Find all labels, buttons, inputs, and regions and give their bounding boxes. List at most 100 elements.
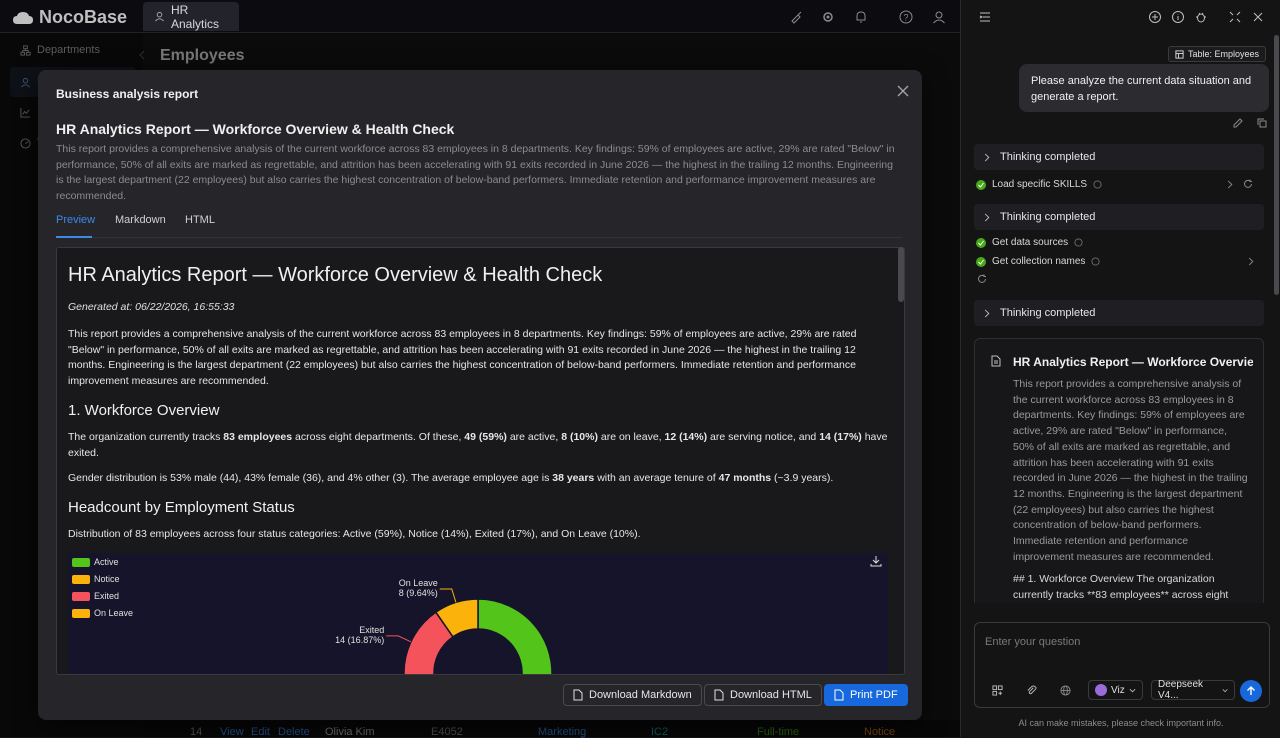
check-circle-icon: [976, 237, 986, 248]
chevron-right-icon: [984, 213, 990, 221]
button-label: Print PDF: [850, 689, 898, 701]
chevron-right-icon: [984, 309, 990, 317]
close-icon[interactable]: [896, 84, 910, 98]
user-icon: [155, 11, 164, 22]
user-message: Please analyze the current data situatio…: [1019, 64, 1269, 112]
question-icon[interactable]: [1091, 257, 1100, 266]
tool-step-load-skills: Load specific SKILLS: [976, 179, 1102, 190]
step-label: Get collection names: [992, 256, 1086, 267]
report-preview: HR Analytics Report — Workforce Overview…: [56, 247, 905, 675]
refresh-icon[interactable]: [1243, 179, 1253, 189]
thinking-block[interactable]: Thinking completed: [974, 144, 1264, 170]
check-circle-icon: [976, 179, 986, 190]
donut-svg: On Leave8 (9.64%) Exited14 (16.87%): [335, 578, 553, 674]
globe-icon[interactable]: [1060, 685, 1071, 696]
report-title: HR Analytics Report — Workforce Overview…: [56, 121, 455, 137]
modal-title: Business analysis report: [56, 87, 199, 101]
overview-paragraph: The organization currently tracks 83 emp…: [68, 431, 888, 459]
menu-icon[interactable]: [978, 10, 992, 24]
question-input[interactable]: Enter your question Viz Deepseek V4...: [974, 622, 1270, 708]
subsection-heading: Headcount by Employment Status: [68, 499, 295, 516]
active-tab-indicator: [56, 236, 92, 238]
bug-icon[interactable]: [1194, 10, 1208, 24]
tool-step-get-collection-names: Get collection names: [976, 256, 1100, 267]
tab-preview[interactable]: Preview: [56, 214, 95, 226]
brand-name: NocoBase: [39, 7, 128, 27]
brand-logo[interactable]: NocoBase: [12, 7, 127, 28]
cloud-logo-icon: [13, 11, 33, 24]
close-icon[interactable]: [1251, 10, 1265, 24]
generated-timestamp: Generated at: 06/22/2026, 16:55:33: [68, 301, 235, 313]
block-select-icon[interactable]: [992, 685, 1003, 696]
report-tabs: Preview Markdown HTML: [56, 211, 902, 238]
agent-select[interactable]: Viz: [1088, 680, 1143, 700]
status-donut-chart: Active Notice Exited On Leave On Leave 8 (9.…: [68, 553, 888, 674]
preview-intro: This report provides a comprehensive ana…: [68, 328, 857, 388]
tab-html[interactable]: HTML: [185, 214, 215, 226]
disclaimer: AI can make mistakes, please check impor…: [1018, 718, 1224, 728]
chevron-right-icon[interactable]: [1248, 257, 1254, 266]
input-placeholder: Enter your question: [985, 636, 1081, 648]
chart-description: Distribution of 83 employees across four…: [68, 528, 641, 540]
chevron-right-icon[interactable]: [1227, 180, 1233, 189]
copy-icon[interactable]: [1257, 118, 1267, 128]
tab-label: HR Analytics: [171, 2, 220, 31]
top-bar: NocoBase HR Analytics ?: [0, 0, 960, 33]
file-icon: [714, 689, 724, 701]
report-card[interactable]: HR Analytics Report — Workforce Overvie.…: [974, 338, 1264, 603]
chevron-right-icon: [984, 153, 990, 161]
tab-hr-analytics[interactable]: HR Analytics: [143, 2, 239, 31]
button-label: Download HTML: [730, 689, 812, 701]
shrink-icon[interactable]: [1228, 10, 1242, 24]
model-label: Deepseek V4...: [1158, 679, 1204, 701]
button-label: Download Markdown: [589, 689, 692, 701]
ai-assistant-panel: Table: Employees Please analyze the curr…: [960, 0, 1280, 737]
paperclip-icon[interactable]: [1026, 685, 1037, 696]
panel-scrollbar[interactable]: [1274, 35, 1279, 295]
print-pdf-button[interactable]: Print PDF: [824, 684, 908, 706]
gear-icon[interactable]: [821, 10, 835, 24]
report-modal: Business analysis report HR Analytics Re…: [38, 70, 922, 720]
tool-step-get-data-sources: Get data sources: [976, 237, 1083, 248]
refresh-icon[interactable]: [977, 274, 987, 284]
section-heading: 1. Workforce Overview: [68, 402, 220, 419]
table-icon: [1175, 49, 1184, 59]
step-label: Load specific SKILLS: [992, 179, 1088, 190]
file-icon: [573, 689, 583, 701]
check-circle-icon: [976, 256, 986, 267]
preview-heading: HR Analytics Report — Workforce Overview…: [68, 264, 603, 286]
label-leader-line: [439, 588, 457, 603]
new-chat-icon[interactable]: [1148, 10, 1162, 24]
tab-markdown[interactable]: Markdown: [115, 214, 166, 226]
report-card-markdown: ## 1. Workforce Overview The organizatio…: [1013, 573, 1229, 601]
question-icon[interactable]: [1093, 180, 1102, 189]
step-label: Get data sources: [992, 237, 1069, 248]
thinking-block[interactable]: Thinking completed: [974, 300, 1264, 326]
brush-icon[interactable]: [789, 10, 803, 24]
download-markdown-button[interactable]: Download Markdown: [563, 684, 702, 706]
context-tag[interactable]: Table: Employees: [1168, 46, 1267, 62]
edit-icon[interactable]: [1233, 118, 1243, 128]
data-label-category: Exited: [359, 625, 384, 635]
question-icon[interactable]: [1074, 238, 1083, 247]
info-icon[interactable]: [1171, 10, 1185, 24]
help-icon[interactable]: ?: [899, 10, 913, 24]
arrow-up-icon: [1247, 686, 1255, 695]
file-text-icon: [991, 355, 1001, 367]
label-leader-line: [386, 635, 412, 643]
data-label-value: 8 (9.64%): [399, 588, 438, 598]
download-html-button[interactable]: Download HTML: [704, 684, 822, 706]
svg-text:?: ?: [903, 13, 908, 23]
avatar: [1095, 684, 1107, 696]
file-pdf-icon: [834, 689, 844, 701]
context-tag-label: Table: Employees: [1188, 49, 1260, 59]
demographics-paragraph: Gender distribution is 53% male (44), 43…: [68, 472, 834, 484]
send-button[interactable]: [1240, 680, 1262, 702]
user-profile-icon[interactable]: [932, 10, 946, 24]
thinking-block[interactable]: Thinking completed: [974, 204, 1264, 230]
bell-icon[interactable]: [854, 10, 868, 24]
preview-scrollbar[interactable]: [898, 247, 904, 302]
agent-label: Viz: [1111, 684, 1125, 696]
model-select[interactable]: Deepseek V4...: [1151, 679, 1235, 701]
thinking-label: Thinking completed: [1000, 307, 1096, 319]
